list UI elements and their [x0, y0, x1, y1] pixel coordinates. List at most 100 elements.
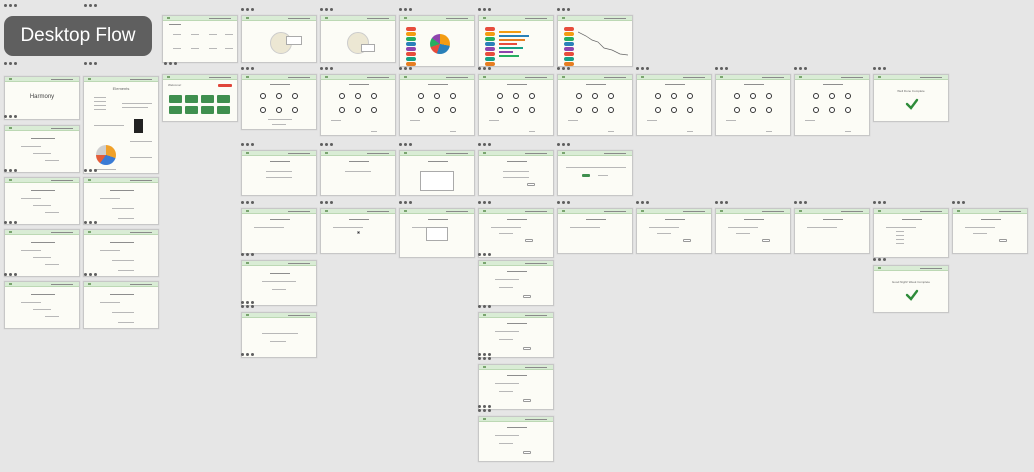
face-icon[interactable]	[260, 93, 266, 99]
face-icon[interactable]	[813, 93, 819, 99]
screen-sleep-step-4[interactable]	[478, 416, 554, 462]
face-icon[interactable]	[260, 107, 266, 113]
face-icon[interactable]	[355, 107, 361, 113]
face-icon[interactable]	[813, 107, 819, 113]
screen-profile-3[interactable]	[4, 229, 80, 277]
screen-sleep-complete-menu[interactable]	[873, 258, 887, 262]
category-pill[interactable]	[564, 57, 574, 61]
harmony-menu[interactable]	[4, 62, 18, 66]
confirm-button[interactable]	[582, 174, 590, 177]
face-icon[interactable]	[671, 93, 677, 99]
elements-menu[interactable]	[84, 62, 98, 66]
face-icon[interactable]	[339, 93, 345, 99]
next-button[interactable]	[525, 239, 533, 242]
screen-sleep-step-3[interactable]	[478, 364, 554, 410]
screen-sleep-extra-2[interactable]	[241, 312, 317, 358]
next-button[interactable]	[762, 239, 770, 242]
welcome-tile-2[interactable]	[185, 95, 198, 103]
screen-mood-4[interactable]	[478, 74, 554, 136]
screen-sleep-q3-menu[interactable]	[399, 143, 413, 147]
screen-sleep-extra-1[interactable]	[241, 260, 317, 306]
category-pill[interactable]	[485, 37, 495, 41]
next-button[interactable]	[999, 239, 1007, 242]
welcome-tile-8[interactable]	[217, 106, 230, 114]
screen-mood-1[interactable]	[241, 74, 317, 130]
screen-sleep-confirm[interactable]	[557, 150, 633, 196]
screen-sleep-extra-2-menu[interactable]	[241, 305, 255, 309]
screen-sleep-detail-6-menu[interactable]	[636, 201, 650, 205]
screen-sleep-detail-9-menu[interactable]	[873, 201, 887, 205]
category-pill[interactable]	[485, 32, 495, 36]
screen-mood-2-menu[interactable]	[320, 67, 334, 71]
category-pill[interactable]	[485, 62, 495, 66]
face-icon[interactable]	[576, 107, 582, 113]
category-pill[interactable]	[406, 47, 416, 51]
category-pill[interactable]	[406, 52, 416, 56]
screen-elements-detail-2[interactable]	[83, 229, 159, 277]
screen-sleep-detail-4[interactable]	[478, 208, 554, 258]
menu-elements-1[interactable]	[84, 169, 98, 173]
face-icon[interactable]	[750, 93, 756, 99]
screen-mood-3[interactable]	[399, 74, 475, 136]
face-icon[interactable]	[450, 107, 456, 113]
screen-chart-pie-a-menu[interactable]	[241, 8, 255, 12]
screen-chart-donut-menu[interactable]	[399, 8, 413, 12]
face-icon[interactable]	[418, 107, 424, 113]
screen-elements-detail-3[interactable]	[83, 281, 159, 329]
screen-sleep-step-4-menu[interactable]	[478, 409, 492, 413]
screen-sleep-detail-9[interactable]	[873, 208, 949, 258]
face-icon[interactable]	[276, 107, 282, 113]
screen-mood-7[interactable]	[715, 74, 791, 136]
screen-sleep-step-2[interactable]	[478, 312, 554, 358]
next-button[interactable]	[527, 183, 535, 186]
face-icon[interactable]	[608, 93, 614, 99]
face-icon[interactable]	[766, 93, 772, 99]
face-icon[interactable]	[734, 107, 740, 113]
face-icon[interactable]	[497, 107, 503, 113]
face-icon[interactable]	[671, 107, 677, 113]
category-pill[interactable]	[564, 52, 574, 56]
menu-col-1[interactable]	[84, 4, 98, 8]
next-button[interactable]	[523, 295, 531, 298]
category-pill[interactable]	[406, 32, 416, 36]
category-pill[interactable]	[564, 62, 574, 66]
screen-sleep-detail-2-menu[interactable]	[320, 201, 334, 205]
screen-survey-complete-menu[interactable]	[873, 67, 887, 71]
category-pill[interactable]	[406, 37, 416, 41]
screen-sleep-detail-7-menu[interactable]	[715, 201, 729, 205]
face-icon[interactable]	[529, 107, 535, 113]
welcome-tile-1[interactable]	[169, 95, 182, 103]
screen-profile-4[interactable]	[4, 281, 80, 329]
welcome-tile-4[interactable]	[217, 95, 230, 103]
screen-chart-bars[interactable]	[478, 15, 554, 67]
screen-mood-8[interactable]	[794, 74, 870, 136]
next-button[interactable]	[683, 239, 691, 242]
screen-sleep-q1[interactable]	[241, 150, 317, 196]
menu-profile-3[interactable]	[4, 273, 18, 277]
face-icon[interactable]	[513, 93, 519, 99]
welcome-tile-3[interactable]	[201, 95, 214, 103]
face-icon[interactable]	[497, 93, 503, 99]
screen-sleep-detail-8[interactable]	[794, 208, 870, 254]
screen-chart-pie-b[interactable]	[320, 15, 396, 63]
welcome-tile-6[interactable]	[185, 106, 198, 114]
category-pill[interactable]	[485, 52, 495, 56]
screen-sleep-detail-1[interactable]	[241, 208, 317, 254]
screen-mood-6-menu[interactable]	[636, 67, 650, 71]
screen-sleep-detail-3[interactable]	[399, 208, 475, 258]
category-pill[interactable]	[406, 42, 416, 46]
menu-step-b[interactable]	[478, 405, 492, 409]
screen-mood-5[interactable]	[557, 74, 633, 136]
face-icon[interactable]	[418, 93, 424, 99]
face-icon[interactable]	[355, 93, 361, 99]
screen-sleep-q3[interactable]	[399, 150, 475, 196]
category-pill[interactable]	[485, 57, 495, 61]
menu-elements-2[interactable]	[84, 221, 98, 225]
face-icon[interactable]	[450, 93, 456, 99]
calendar-grid[interactable]	[426, 227, 448, 241]
screen-mood-2[interactable]	[320, 74, 396, 136]
menu-welcome[interactable]	[164, 62, 178, 66]
screen-harmony-footer[interactable]	[4, 115, 18, 119]
screen-sleep-detail-1-menu[interactable]	[241, 201, 255, 205]
screen-sleep-detail-4-menu[interactable]	[478, 201, 492, 205]
